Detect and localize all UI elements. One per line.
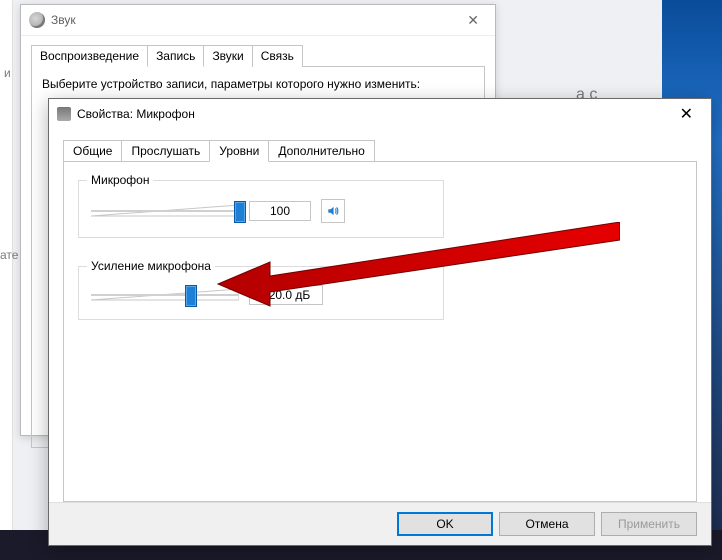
mic-level-thumb[interactable]: [234, 201, 246, 223]
sound-tabs: Воспроизведение Запись Звуки Связь: [21, 36, 495, 66]
mic-boost-label: Усиление микрофона: [87, 259, 215, 273]
mic-boost-group: Усиление микрофона +20.0 дБ: [78, 266, 444, 320]
mic-level-label: Микрофон: [87, 173, 153, 187]
tab-communications[interactable]: Связь: [252, 45, 303, 67]
props-window-title: Свойства: Микрофон: [77, 107, 670, 121]
mic-boost-thumb[interactable]: [185, 285, 197, 307]
cancel-button[interactable]: Отмена: [499, 512, 595, 536]
tab-advanced[interactable]: Дополнительно: [268, 140, 374, 162]
tab-general[interactable]: Общие: [63, 140, 122, 162]
microphone-icon: [57, 107, 71, 121]
mic-boost-slider[interactable]: [91, 285, 239, 305]
props-tabs: Общие Прослушать Уровни Дополнительно: [49, 129, 711, 161]
mic-properties-window: Свойства: Микрофон ✕ Общие Прослушать Ур…: [48, 98, 712, 546]
tab-recording[interactable]: Запись: [147, 45, 204, 67]
tab-playback[interactable]: Воспроизведение: [31, 45, 148, 67]
sound-window-title: Звук: [51, 13, 459, 27]
props-titlebar: Свойства: Микрофон ✕: [49, 99, 711, 129]
mute-button[interactable]: [321, 199, 345, 223]
props-tabpanel: Микрофон 100: [63, 161, 697, 502]
sound-titlebar: Звук ✕: [21, 5, 495, 36]
tab-sounds[interactable]: Звуки: [203, 45, 252, 67]
close-icon[interactable]: ✕: [670, 102, 703, 126]
sound-icon: [29, 12, 45, 28]
bg-text: и: [4, 66, 11, 80]
apply-button[interactable]: Применить: [601, 512, 697, 536]
close-icon[interactable]: ✕: [459, 8, 487, 33]
sound-instruction: Выберите устройство записи, параметры ко…: [42, 77, 420, 91]
tab-listen[interactable]: Прослушать: [121, 140, 210, 162]
button-bar: OK Отмена Применить: [49, 502, 711, 545]
mic-level-value[interactable]: 100: [249, 201, 311, 221]
mic-boost-value: +20.0 дБ: [249, 285, 323, 305]
speaker-icon: [326, 204, 340, 218]
mic-level-group: Микрофон 100: [78, 180, 444, 238]
ok-button[interactable]: OK: [397, 512, 493, 536]
tab-levels[interactable]: Уровни: [209, 140, 269, 162]
bg-text: ате: [0, 248, 18, 262]
mic-level-slider[interactable]: [91, 201, 239, 221]
